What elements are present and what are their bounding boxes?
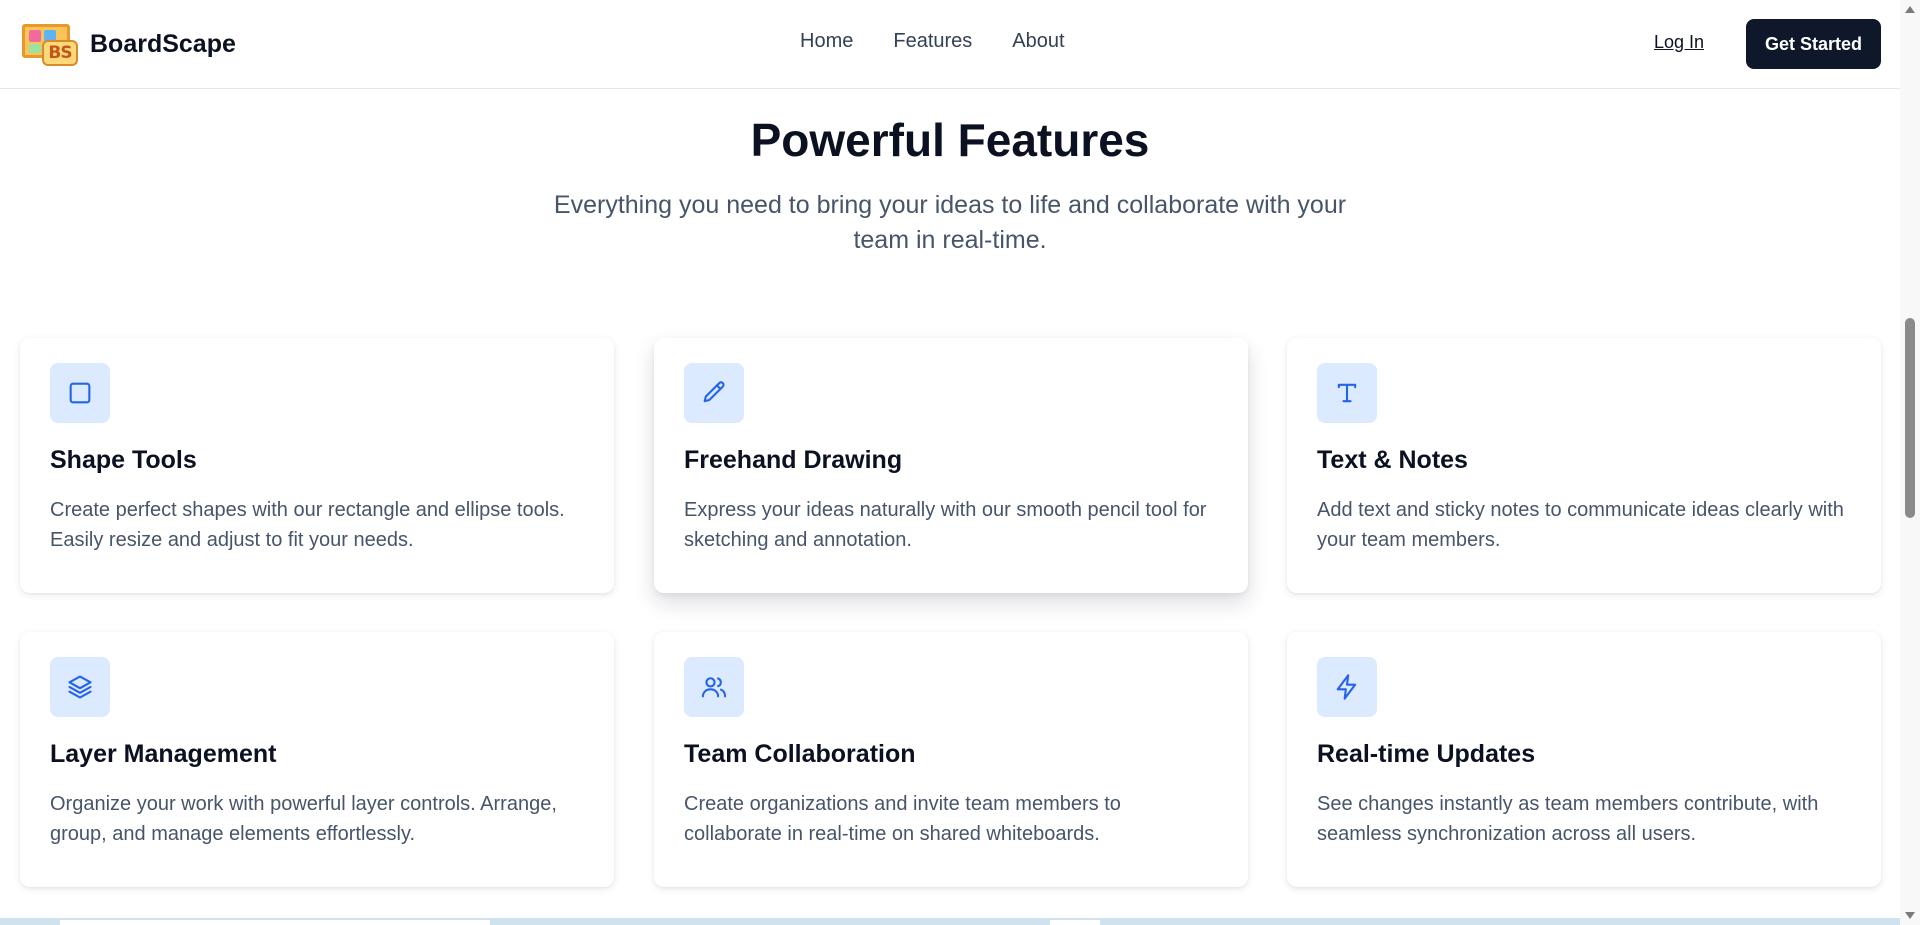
users-icon <box>684 657 744 717</box>
feature-description: Express your ideas naturally with our sm… <box>684 499 1207 551</box>
feature-description: See changes instantly as team members co… <box>1317 793 1819 845</box>
feature-title: Real-time Updates <box>1317 740 1536 768</box>
section-title: Powerful Features <box>750 114 1150 166</box>
layers-icon <box>50 657 110 717</box>
feature-card-freehand-drawing: Freehand Drawing Express your ideas natu… <box>654 338 1248 593</box>
page-scrollbar[interactable] <box>1900 0 1920 925</box>
text-icon <box>1317 363 1377 423</box>
feature-card-realtime-updates: Real-time Updates See changes instantly … <box>1287 632 1881 887</box>
feature-title: Team Collaboration <box>684 740 916 768</box>
feature-title: Freehand Drawing <box>684 446 903 474</box>
nav-home-link[interactable]: Home <box>800 30 853 53</box>
site-header: BS BoardScape Home Features About Log In… <box>0 0 1900 89</box>
brand-name: BoardScape <box>90 29 236 58</box>
feature-description: Organize your work with powerful layer c… <box>50 793 557 845</box>
section-subtitle: Everything you need to bring your ideas … <box>553 191 1347 254</box>
nav-about-link[interactable]: About <box>1012 30 1064 53</box>
nav-features-link[interactable]: Features <box>893 30 972 53</box>
lightning-icon <box>1317 657 1377 717</box>
brand[interactable]: BS BoardScape <box>20 20 236 68</box>
feature-description: Create perfect shapes with our rectangle… <box>50 499 565 551</box>
feature-card-text-notes: Text & Notes Add text and sticky notes t… <box>1287 338 1881 593</box>
next-section-preview <box>0 918 1900 925</box>
feature-description: Create organizations and invite team mem… <box>684 793 1121 845</box>
feature-card-layer-management: Layer Management Organize your work with… <box>20 632 614 887</box>
feature-title: Shape Tools <box>50 446 197 474</box>
login-link[interactable]: Log In <box>1654 32 1704 53</box>
pencil-icon <box>684 363 744 423</box>
feature-card-shape-tools: Shape Tools Create perfect shapes with o… <box>20 338 614 593</box>
feature-title: Layer Management <box>50 740 277 768</box>
scroll-up-icon[interactable] <box>1905 6 1915 13</box>
scroll-down-icon[interactable] <box>1905 912 1915 919</box>
boardscape-logo: BS <box>20 20 78 68</box>
main-nav: Home Features About <box>800 30 1065 53</box>
get-started-button[interactable]: Get Started <box>1746 19 1881 69</box>
feature-description: Add text and sticky notes to communicate… <box>1317 499 1844 551</box>
feature-title: Text & Notes <box>1317 446 1468 474</box>
square-icon <box>50 363 110 423</box>
feature-card-team-collaboration: Team Collaboration Create organizations … <box>654 632 1248 887</box>
scrollbar-thumb[interactable] <box>1905 318 1915 518</box>
